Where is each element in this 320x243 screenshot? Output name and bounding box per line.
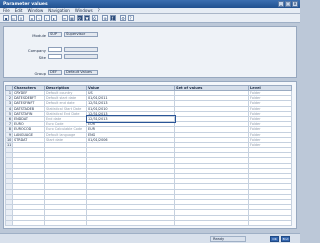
function-icon[interactable]: ƒ — [109, 15, 116, 21]
filter-icon[interactable]: ▼ — [84, 15, 90, 21]
empty-cell[interactable] — [86, 219, 175, 226]
ok-button[interactable]: OK — [270, 236, 279, 242]
minimize-icon[interactable]: _ — [278, 1, 284, 7]
menu-file[interactable]: File — [3, 8, 10, 13]
print-icon[interactable]: ⎙ — [91, 15, 98, 21]
company-label: Company — [27, 48, 46, 53]
zoom-icon[interactable]: ⊕ — [102, 15, 108, 21]
company-field[interactable] — [48, 47, 62, 52]
description-cell: Statistical Start Date — [44, 105, 87, 112]
close-icon[interactable]: × — [292, 1, 298, 7]
site-field[interactable] — [48, 54, 62, 59]
help-icon[interactable]: ? — [127, 15, 134, 21]
module-name-field: Supervisor — [64, 32, 98, 37]
company-name-field — [64, 47, 98, 52]
site-name-field — [64, 54, 98, 59]
group-name-field: Default Values — [64, 70, 98, 75]
first-icon[interactable]: ◂ — [28, 15, 35, 21]
status-bar: Ready OK End — [0, 233, 300, 243]
group-label: Group — [34, 71, 46, 76]
search-icon[interactable]: ⚲ — [76, 15, 83, 21]
menu-window[interactable]: Window — [27, 8, 43, 13]
settings-icon[interactable]: ⚙ — [120, 15, 126, 21]
end-button[interactable]: End — [281, 236, 290, 242]
table-row[interactable] — [5, 219, 292, 226]
group-code-field[interactable]: DEF — [48, 70, 62, 75]
empty-cell[interactable] — [12, 219, 45, 226]
status-text: Ready — [210, 236, 246, 242]
list-icon[interactable]: ≡ — [61, 15, 68, 21]
new-icon[interactable]: ▫ — [10, 15, 17, 21]
delete-icon[interactable]: × — [18, 15, 24, 21]
title-bar: Parameter values _ □ × — [0, 0, 300, 8]
save-icon[interactable]: ▪ — [3, 15, 9, 21]
maximize-icon[interactable]: □ — [285, 1, 291, 7]
empty-cell[interactable] — [44, 219, 87, 226]
window-title: Parameter values — [3, 1, 48, 7]
next-icon[interactable]: › — [43, 15, 50, 21]
empty-cell — [5, 219, 13, 226]
empty-cell[interactable] — [174, 219, 249, 226]
parameters-table: Characters Description Value Set of valu… — [5, 85, 292, 226]
grid-icon[interactable]: ▦ — [69, 15, 75, 21]
empty-cell[interactable] — [248, 219, 292, 226]
description-cell: Euro Calculable Code — [44, 126, 87, 133]
module-code-field[interactable]: SUP — [48, 32, 62, 37]
menu-windows[interactable]: Windows — [75, 8, 93, 13]
menu-navigation[interactable]: Navigation — [48, 8, 70, 13]
toolbar: ▪ ▫ × ◂ ‹ › ▸ ≡ ▦ ⚲ ▼ ⎙ ⊕ ƒ ⚙ ? — [0, 14, 300, 23]
previous-icon[interactable]: ‹ — [36, 15, 42, 21]
last-icon[interactable]: ▸ — [51, 15, 57, 21]
table-body: 1 CRYDEF Default country US Folder 2 DATESDEBF… — [5, 89, 292, 226]
menu-help[interactable]: ? — [98, 8, 100, 13]
site-label: Site — [38, 55, 46, 60]
module-label: Module — [32, 33, 46, 38]
menu-edit[interactable]: Edit — [15, 8, 23, 13]
